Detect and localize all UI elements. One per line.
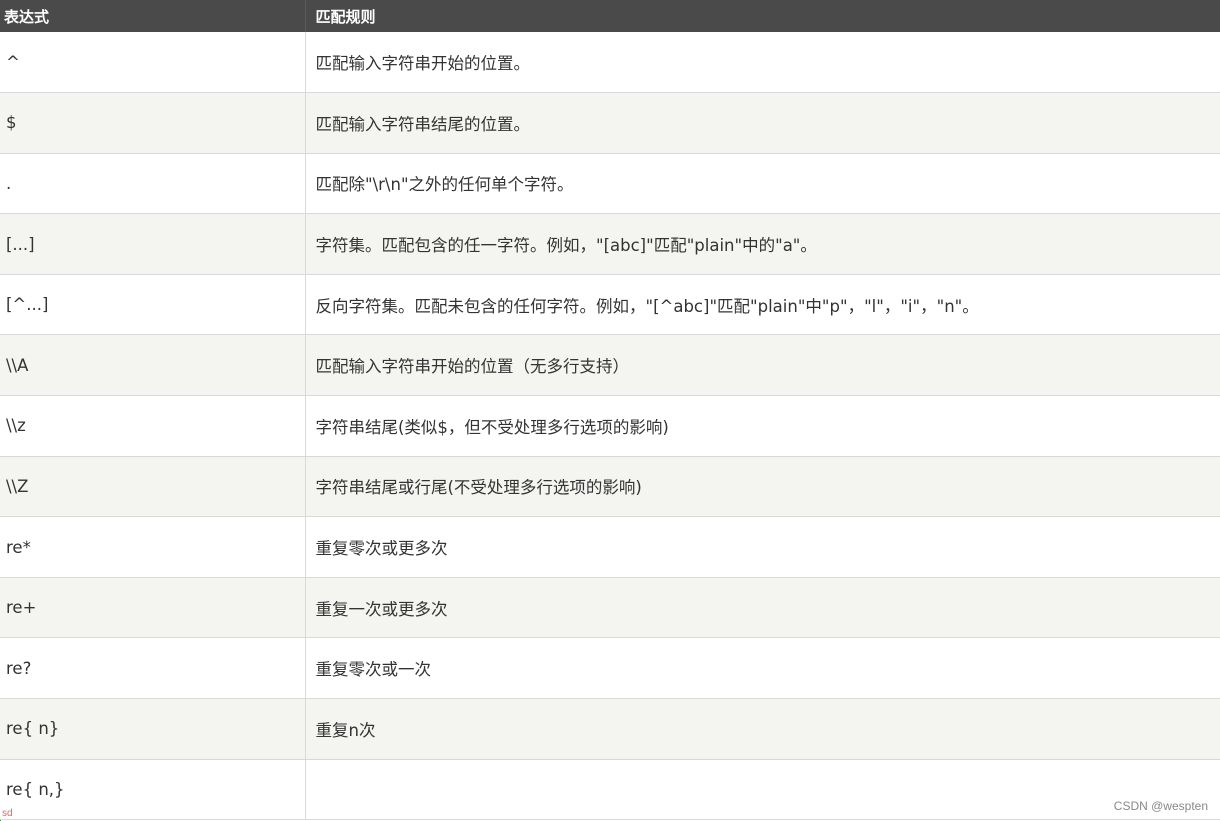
table-row: re? 重复零次或一次	[0, 637, 1220, 700]
expression-cell: re?	[0, 637, 306, 700]
header-rule: 匹配规则	[305, 0, 1220, 32]
rule-cell: 重复零次或更多次	[305, 516, 1220, 578]
table-row: \\Z 字符串结尾或行尾(不受处理多行选项的影响)	[0, 456, 1220, 518]
rule-cell: 匹配输入字符串开始的位置。	[305, 32, 1220, 94]
rule-cell: 字符串结尾(类似$，但不受处理多行选项的影响)	[305, 395, 1220, 457]
table-header-row: 表达式 匹配规则	[0, 0, 1220, 32]
table-row: . 匹配除"\r\n"之外的任何单个字符。	[0, 153, 1220, 215]
rule-cell: 匹配输入字符串结尾的位置。	[305, 92, 1220, 154]
table-row: ^ 匹配输入字符串开始的位置。	[0, 32, 1220, 94]
expression-cell: re*	[0, 516, 306, 578]
expression-cell: re+	[0, 577, 306, 639]
table-row: \\A 匹配输入字符串开始的位置（无多行支持）	[0, 334, 1220, 397]
rule-cell: 重复n次	[305, 698, 1220, 760]
rule-cell: 反向字符集。匹配未包含的任何字符。例如，"[^abc]"匹配"plain"中"p…	[305, 274, 1220, 336]
expression-cell: \\Z	[0, 456, 306, 518]
expression-cell: .	[0, 153, 306, 215]
table-row: [^...] 反向字符集。匹配未包含的任何字符。例如，"[^abc]"匹配"pl…	[0, 274, 1220, 336]
table-row: re* 重复零次或更多次	[0, 516, 1220, 578]
rule-cell	[305, 759, 1220, 821]
table-row: \\z 字符串结尾(类似$，但不受处理多行选项的影响)	[0, 395, 1220, 457]
header-expression: 表达式	[0, 0, 306, 32]
expression-cell: ^	[0, 32, 306, 94]
table-row: $ 匹配输入字符串结尾的位置。	[0, 92, 1220, 154]
rule-cell: 匹配除"\r\n"之外的任何单个字符。	[305, 153, 1220, 215]
expression-cell: [^...]	[0, 274, 306, 336]
table-row: re{ n} 重复n次	[0, 698, 1220, 760]
rule-cell: 字符串结尾或行尾(不受处理多行选项的影响)	[305, 456, 1220, 518]
regex-rules-table: 表达式 匹配规则 ^ 匹配输入字符串开始的位置。 $ 匹配输入字符串结尾的位置。…	[0, 0, 1220, 821]
corner-mark: sd	[2, 808, 13, 819]
expression-cell: re{ n}	[0, 698, 306, 760]
expression-cell: [...]	[0, 213, 306, 275]
expression-cell: \\z	[0, 395, 306, 457]
expression-cell: re{ n,}	[0, 759, 306, 821]
rule-cell: 匹配输入字符串开始的位置（无多行支持）	[305, 334, 1220, 397]
rule-cell: 重复零次或一次	[305, 637, 1220, 700]
rule-cell: 字符集。匹配包含的任一字符。例如，"[abc]"匹配"plain"中的"a"。	[305, 213, 1220, 275]
table-row: re{ n,}	[0, 759, 1220, 821]
expression-cell: $	[0, 92, 306, 154]
csdn-watermark: CSDN @wespten	[1113, 799, 1208, 813]
rule-cell: 重复一次或更多次	[305, 577, 1220, 639]
table-row: re+ 重复一次或更多次	[0, 577, 1220, 639]
expression-cell: \\A	[0, 334, 306, 397]
table-row: [...] 字符集。匹配包含的任一字符。例如，"[abc]"匹配"plain"中…	[0, 213, 1220, 275]
